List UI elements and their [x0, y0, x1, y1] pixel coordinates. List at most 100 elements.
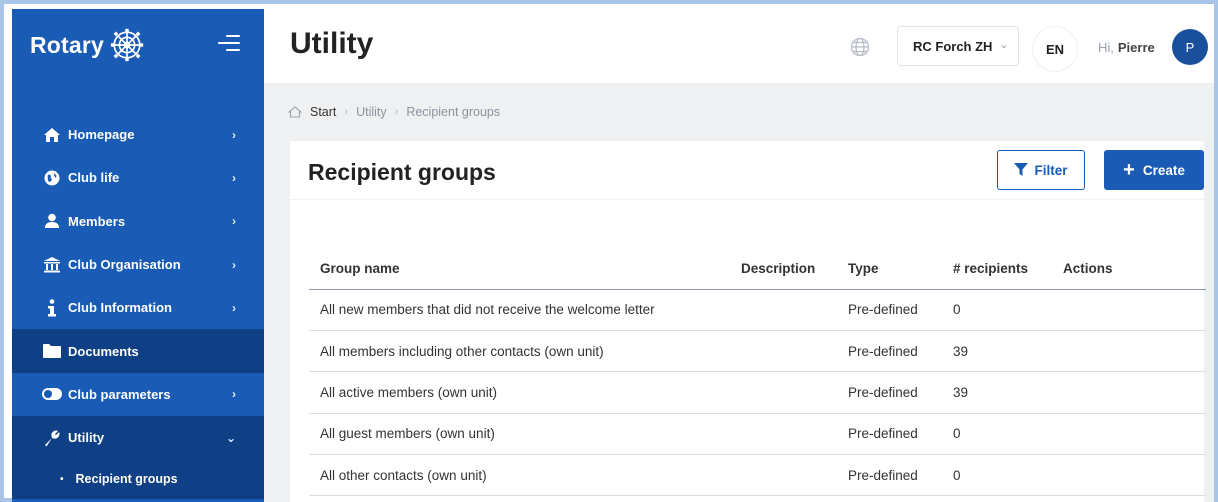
menu-toggle-icon[interactable]: [218, 35, 240, 55]
sidebar-item-club-parameters[interactable]: Club parameters ›: [12, 373, 264, 416]
cell-description: [730, 371, 837, 414]
globe-icon[interactable]: [850, 37, 870, 57]
sidebar-subitem-recipient-groups[interactable]: • Recipient groups: [12, 459, 264, 500]
home-icon[interactable]: [288, 106, 302, 118]
sidebar-item-club-information[interactable]: Club Information ›: [12, 286, 264, 329]
recipient-groups-card: Recipient groups Filter + Create Group n…: [290, 141, 1206, 502]
table-row[interactable]: All guest members (own unit) Pre-defined…: [309, 413, 1206, 456]
toggle-icon: [42, 385, 62, 403]
top-header: Utility RC Forch ZH ⌄ EN Hi, Pierre P: [264, 9, 1214, 83]
chevron-right-icon: ›: [394, 106, 399, 118]
institution-icon: [42, 256, 62, 274]
table-header-row: Group name Description Type # recipients…: [309, 249, 1206, 290]
sidebar-item-label: Club parameters: [68, 386, 171, 402]
rotary-wheel-icon: [110, 28, 144, 62]
cell-group-name: All other contacts (own unit): [309, 454, 730, 497]
sidebar-item-label: Utility: [68, 430, 105, 446]
logo-text: Rotary: [30, 31, 105, 58]
cell-actions: [1052, 454, 1206, 497]
home-icon: [42, 126, 62, 144]
cell-description: [730, 454, 837, 497]
cell-type: Pre-defined: [837, 454, 942, 497]
cell-recipients: 39: [942, 371, 1052, 414]
chevron-right-icon: ›: [232, 170, 236, 185]
sidebar: Rotary Homepage › Club life › Members › …: [12, 9, 264, 502]
sidebar-item-label: Club life: [68, 170, 120, 186]
column-header-recipients[interactable]: # recipients: [942, 249, 1052, 290]
sidebar-item-label: Documents: [68, 343, 139, 359]
chevron-right-icon: ›: [232, 300, 236, 315]
table-row[interactable]: All members including other contacts (ow…: [309, 330, 1206, 373]
sidebar-item-label: Homepage: [68, 127, 135, 143]
cell-group-name: All active members (own unit): [309, 371, 730, 414]
breadcrumb-utility[interactable]: Utility: [356, 105, 387, 119]
breadcrumb-current: Recipient groups: [406, 105, 501, 119]
cell-actions: [1052, 330, 1206, 373]
cell-description: [730, 413, 837, 456]
page-title: Utility: [290, 27, 374, 60]
breadcrumb: Start › Utility › Recipient groups: [288, 105, 500, 119]
sidebar-item-documents[interactable]: Documents: [12, 329, 264, 373]
bullet-icon: •: [60, 473, 64, 485]
breadcrumb-start[interactable]: Start: [310, 105, 336, 119]
sidebar-item-club-life[interactable]: Club life ›: [12, 156, 264, 199]
column-header-group-name[interactable]: Group name: [309, 249, 730, 290]
cell-type: Pre-defined: [837, 413, 942, 456]
recipient-groups-table: Group name Description Type # recipients…: [309, 249, 1206, 497]
create-button-label: Create: [1142, 162, 1185, 178]
sidebar-item-label: Club Organisation: [68, 257, 181, 273]
chevron-right-icon: ›: [232, 127, 236, 142]
main-content: Start › Utility › Recipient groups Recip…: [264, 83, 1214, 502]
cell-recipients: 0: [942, 289, 1052, 331]
chevron-right-icon: ›: [344, 106, 349, 118]
sidebar-item-members[interactable]: Members ›: [12, 200, 264, 243]
plus-icon: +: [1123, 159, 1135, 181]
sidebar-item-utility[interactable]: Utility ⌄: [12, 416, 264, 460]
user-name: Pierre: [1117, 40, 1155, 55]
cell-group-name: All members including other contacts (ow…: [309, 330, 730, 373]
language-button[interactable]: EN: [1032, 26, 1078, 72]
cell-type: Pre-defined: [837, 289, 942, 331]
user-icon: [42, 212, 62, 230]
filter-icon: [1014, 163, 1029, 176]
cell-recipients: 0: [942, 454, 1052, 497]
club-select-value: RC Forch ZH: [913, 38, 993, 54]
chevron-down-icon: ⌄: [225, 430, 236, 445]
table-row[interactable]: All other contacts (own unit) Pre-define…: [309, 454, 1206, 497]
column-header-actions: Actions: [1052, 249, 1206, 290]
chevron-right-icon: ›: [232, 257, 236, 272]
cell-recipients: 39: [942, 330, 1052, 373]
cell-actions: [1052, 371, 1206, 414]
sidebar-item-label: Members: [68, 213, 126, 229]
cell-recipients: 0: [942, 413, 1052, 456]
sidebar-item-label: Club Information: [68, 300, 172, 316]
info-icon: [42, 299, 62, 317]
sidebar-nav: Homepage › Club life › Members › Club Or…: [12, 113, 264, 500]
cell-description: [730, 330, 837, 373]
wrench-icon: [42, 429, 62, 447]
table-row[interactable]: All active members (own unit) Pre-define…: [309, 371, 1206, 414]
sidebar-item-homepage[interactable]: Homepage ›: [12, 113, 264, 156]
globe-icon: [42, 169, 62, 187]
table-row[interactable]: All new members that did not receive the…: [309, 289, 1206, 331]
club-select[interactable]: RC Forch ZH ⌄: [897, 26, 1019, 66]
filter-button[interactable]: Filter: [997, 150, 1085, 190]
folder-icon: [42, 342, 62, 360]
cell-type: Pre-defined: [837, 371, 942, 414]
sidebar-item-club-organisation[interactable]: Club Organisation ›: [12, 243, 264, 286]
cell-group-name: All new members that did not receive the…: [309, 289, 730, 331]
create-button[interactable]: + Create: [1104, 150, 1204, 190]
avatar[interactable]: P: [1172, 29, 1208, 65]
cell-description: [730, 289, 837, 331]
user-greeting: Hi, Pierre: [1098, 40, 1155, 55]
cell-actions: [1052, 289, 1206, 331]
cell-type: Pre-defined: [837, 330, 942, 373]
cell-group-name: All guest members (own unit): [309, 413, 730, 456]
divider: [290, 199, 1204, 200]
column-header-type[interactable]: Type: [837, 249, 942, 290]
column-header-description[interactable]: Description: [730, 249, 837, 290]
greeting-text: Hi,: [1098, 40, 1114, 55]
card-title: Recipient groups: [308, 159, 496, 185]
chevron-right-icon: ›: [232, 387, 236, 402]
chevron-down-icon: ⌄: [999, 40, 1008, 51]
